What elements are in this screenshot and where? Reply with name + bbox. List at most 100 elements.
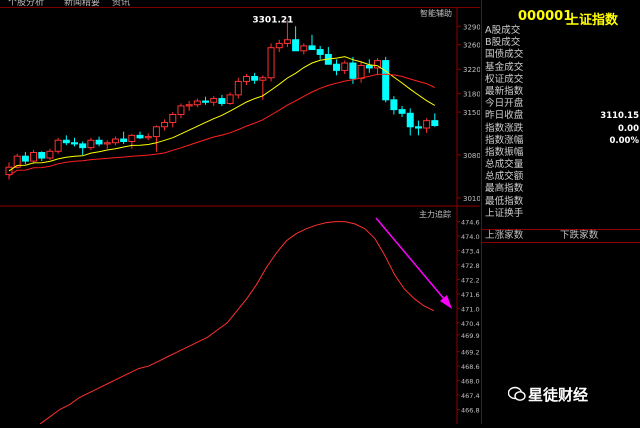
quote-row: 总成交额: [485, 171, 639, 183]
candle-body: [38, 152, 46, 159]
candle-body: [316, 49, 324, 55]
indicator-panel-label: 主力追踪: [419, 209, 451, 219]
advance-decline-row: 上涨家数 下跌家数: [482, 229, 640, 243]
quote-panel: 000001 上证指数 A股成交 B股成交 国债成交 基金成交 权证成交 最新指数 今日开盘…: [481, 0, 640, 424]
candle-body: [226, 94, 234, 104]
quote-row: 权证成交: [485, 74, 639, 86]
quote-row-label: 国债成交: [485, 49, 524, 61]
wechat-icon: [508, 386, 526, 401]
indicator-tick-label: 466.8: [461, 407, 480, 415]
candle-body: [414, 126, 422, 129]
indicator-tick-label: 474.0: [461, 233, 480, 241]
quote-row: 最新指数: [485, 86, 639, 98]
quote-row: A股成交: [485, 25, 639, 37]
price-tick-label: 3080: [463, 152, 480, 160]
candle-body: [62, 139, 70, 144]
moving-average-line: [8, 56, 436, 172]
quote-row: 指数涨跌 0.00: [485, 123, 639, 135]
candle-body: [161, 121, 169, 128]
quote-row-label: B股成交: [485, 37, 521, 49]
candle-body: [103, 142, 111, 145]
candle-body: [120, 138, 128, 142]
candle-body: [128, 134, 136, 142]
quote-row-value: 3110.15: [600, 111, 639, 122]
candle-body: [251, 76, 259, 81]
price-tick-label: 3220: [463, 66, 480, 74]
quote-row: 上证换手: [485, 208, 639, 220]
candle-body: [144, 136, 152, 139]
candle-body: [202, 100, 210, 103]
candle-body: [292, 39, 300, 52]
kline-chart[interactable]: 3290 3260 3220 3180 3150 3080 3010 智能辅助 3301.21 主…: [0, 0, 481, 425]
quote-row: 昨日收盘 3110.15: [485, 110, 639, 122]
candle-body: [242, 76, 250, 82]
moving-average-line: [8, 73, 436, 177]
quote-row-value: 0.00: [618, 123, 639, 134]
peak-annotation: 3301.21: [252, 16, 293, 26]
candle-body: [283, 39, 291, 44]
price-panel-label: 智能辅助: [420, 8, 452, 18]
quote-row-label: 指数振幅: [485, 146, 524, 158]
indicator-tick-label: 470.4: [461, 320, 480, 328]
candle-body: [5, 166, 13, 176]
candle-body: [300, 45, 308, 52]
price-tick-label: 3290: [463, 23, 480, 31]
down-count-label: 下跌家数: [560, 230, 599, 241]
candle-body: [406, 112, 414, 128]
price-tick-label: 3180: [463, 91, 480, 99]
quote-row-label: 总成交量: [485, 159, 524, 171]
candle-body: [46, 150, 54, 159]
watermark: 星徒财经: [528, 386, 589, 404]
quote-row-value: 0.00%: [609, 135, 640, 146]
candle-body: [333, 63, 341, 71]
candle-body: [152, 126, 160, 138]
tab-info[interactable]: 资讯: [112, 0, 130, 8]
candle-body: [431, 120, 439, 127]
candle-body: [398, 109, 406, 114]
indicator-tick-label: 469.2: [461, 349, 480, 357]
chart-area[interactable]: 3290 3260 3220 3180 3150 3080 3010 智能辅助 3301.21 主…: [0, 0, 481, 425]
indicator-tick-label: 468.0: [461, 378, 480, 386]
candle-body: [234, 80, 242, 96]
tab-stock-analysis[interactable]: 个股分析: [8, 0, 44, 8]
tab-bar: 个股分析 新闻精要 资讯: [0, 0, 480, 8]
quote-row-label: 昨日收盘: [485, 110, 524, 122]
indicator-tick-label: 472.8: [461, 262, 480, 270]
quote-row: 总成交量: [485, 159, 639, 171]
candle-body: [365, 64, 373, 69]
candle-body: [136, 134, 144, 139]
candle-body: [382, 60, 390, 101]
indicator-line: [39, 221, 435, 425]
candle-body: [210, 98, 218, 103]
indicator-tick-label: 471.6: [461, 291, 480, 299]
candle-body: [71, 142, 79, 145]
quote-list: A股成交 B股成交 国债成交 基金成交 权证成交 最新指数 今日开盘 昨日收盘 3110.15 指…: [485, 25, 639, 220]
candle-body: [259, 77, 267, 81]
candle-body: [111, 138, 119, 144]
quote-row: 指数涨幅 0.00%: [485, 135, 639, 147]
indicator-tick-label: 467.4: [461, 392, 480, 400]
indicator-tick-label: 474.6: [461, 219, 480, 227]
candle-body: [169, 114, 177, 123]
candle-body: [21, 155, 29, 162]
candle-body: [390, 99, 398, 111]
indicator-tick-label: 471.0: [461, 305, 480, 313]
quote-row: B股成交: [485, 37, 639, 49]
quote-row-label: 最高指数: [485, 183, 524, 195]
candle-body: [218, 98, 226, 104]
up-count-label: 上涨家数: [485, 230, 524, 241]
candle-body: [423, 120, 431, 129]
price-tick-label: 3150: [463, 109, 480, 117]
index-code: 000001: [518, 9, 573, 24]
quote-row: 基金成交: [485, 62, 639, 74]
quote-row-label: 权证成交: [485, 73, 524, 85]
quote-row-label: 总成交额: [485, 171, 524, 183]
quote-row-label: 上证换手: [485, 207, 524, 219]
indicator-tick-label: 469.9: [461, 332, 480, 340]
candle-body: [185, 104, 193, 107]
quote-row-label: 指数涨幅: [485, 134, 524, 146]
tab-news[interactable]: 新闻精要: [64, 0, 100, 8]
quote-row-label: 最新指数: [485, 85, 524, 97]
quote-row: 最高指数: [485, 183, 639, 195]
candle-body: [341, 62, 349, 71]
